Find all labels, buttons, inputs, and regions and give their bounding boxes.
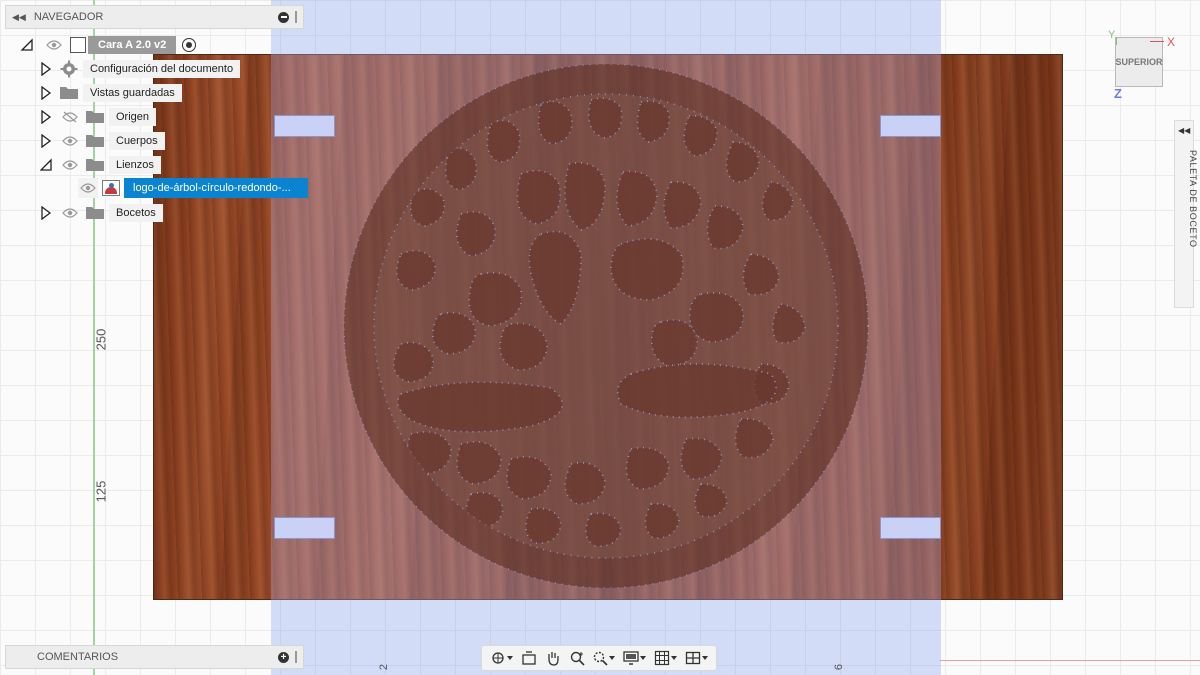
canvas-item-label[interactable]: logo-de-árbol-círculo-redondo-... (124, 178, 308, 198)
gear-icon (60, 60, 78, 78)
ruler-label-250: 250 (93, 328, 109, 351)
x-axis-stub (1150, 41, 1164, 42)
collapse-triangle-icon[interactable] (39, 158, 52, 172)
panel-grip-icon[interactable] (295, 651, 297, 663)
comments-header[interactable]: COMENTARIOS + (5, 645, 304, 669)
collapse-triangle-icon[interactable] (20, 38, 34, 52)
folder-icon (60, 85, 78, 102)
pan-icon[interactable] (543, 647, 563, 669)
add-comment-icon[interactable]: + (278, 651, 289, 663)
view-cube-face-label: SUPERIOR (1115, 57, 1163, 67)
tree-item-label: Vistas guardadas (83, 84, 182, 102)
tree-item-origen[interactable]: Origen (40, 107, 157, 127)
expand-triangle-icon[interactable] (40, 109, 52, 125)
y-axis-stub (1116, 37, 1117, 45)
tree-item-cuerpos[interactable]: Cuerpos (40, 131, 165, 151)
activate-radio-icon[interactable] (182, 38, 197, 52)
navigator-header[interactable]: ◀◀ NAVEGADOR (5, 5, 304, 29)
expand-triangle-icon[interactable] (40, 85, 52, 101)
expand-triangle-icon[interactable] (40, 61, 52, 77)
folder-icon (86, 133, 104, 150)
tree-item-canvas[interactable]: logo-de-árbol-círculo-redondo-... (78, 178, 308, 198)
folder-icon (86, 109, 104, 126)
grid-icon[interactable] (652, 647, 679, 669)
component-icon (70, 37, 86, 53)
look-at-icon[interactable] (519, 647, 539, 669)
navigation-toolbar (481, 645, 717, 671)
tree-item-label: Configuración del documento (83, 60, 241, 78)
slot-top-right (880, 115, 941, 137)
tree-item-bocetos[interactable]: Bocetos (40, 203, 163, 223)
tree-item-label: Origen (109, 108, 157, 126)
root-component-label[interactable]: Cara A 2.0 v2 (88, 36, 177, 54)
view-cube[interactable]: SUPERIOR (1115, 37, 1163, 87)
viewcube-x-axis-label: X (1167, 35, 1176, 49)
visibility-eye-icon[interactable] (60, 131, 80, 151)
display-settings-icon[interactable] (621, 647, 648, 669)
expand-palette-icon[interactable]: ◀◀ (1178, 126, 1190, 135)
expand-triangle-icon[interactable] (40, 133, 52, 149)
ruler-label-6: 6 (833, 663, 846, 671)
navigator-title: NAVEGADOR (33, 11, 104, 23)
canvas-image-icon (102, 180, 120, 196)
tree-item-label: Cuerpos (109, 132, 165, 150)
viewports-icon[interactable] (683, 647, 710, 669)
sketch-palette-title: PALETA DE BOCETO (1188, 150, 1198, 248)
slot-bottom-left (274, 517, 335, 539)
visibility-eye-icon[interactable] (60, 203, 80, 223)
tree-item-label: Lienzos (109, 156, 161, 174)
expand-triangle-icon[interactable] (40, 205, 52, 221)
visibility-eye-icon[interactable] (78, 178, 98, 198)
folder-icon (86, 157, 104, 174)
slot-bottom-right (880, 517, 941, 539)
zoom-icon[interactable] (567, 647, 587, 669)
viewcube-z-axis-label: Z (1114, 86, 1122, 101)
ruler-label-125: 125 (93, 480, 109, 503)
visibility-eye-icon[interactable] (44, 35, 64, 55)
tree-logo-sketch[interactable] (341, 64, 871, 588)
ruler-label-2: 2 (378, 663, 391, 671)
comments-title: COMENTARIOS (37, 651, 119, 663)
x-axis-line (940, 660, 1200, 661)
collapse-left-icon[interactable]: ◀◀ (12, 12, 26, 23)
panel-grip-icon[interactable] (295, 11, 297, 23)
tree-item-lienzos[interactable]: Lienzos (39, 155, 161, 175)
viewcube-y-axis-label: Y (1108, 29, 1116, 41)
visibility-eye-icon[interactable] (60, 155, 80, 175)
tree-item-configuracion[interactable]: Configuración del documento (40, 59, 241, 79)
tree-item-vistas[interactable]: Vistas guardadas (40, 83, 182, 103)
tree-item-label: Bocetos (109, 204, 163, 222)
minimize-icon[interactable] (278, 11, 289, 23)
tree-root-row[interactable]: Cara A 2.0 v2 (20, 35, 197, 55)
slot-top-left (274, 115, 335, 137)
orbit-icon[interactable] (488, 647, 515, 669)
hidden-eye-icon[interactable] (60, 107, 80, 127)
folder-icon (86, 205, 104, 222)
zoom-window-icon[interactable] (590, 647, 617, 669)
